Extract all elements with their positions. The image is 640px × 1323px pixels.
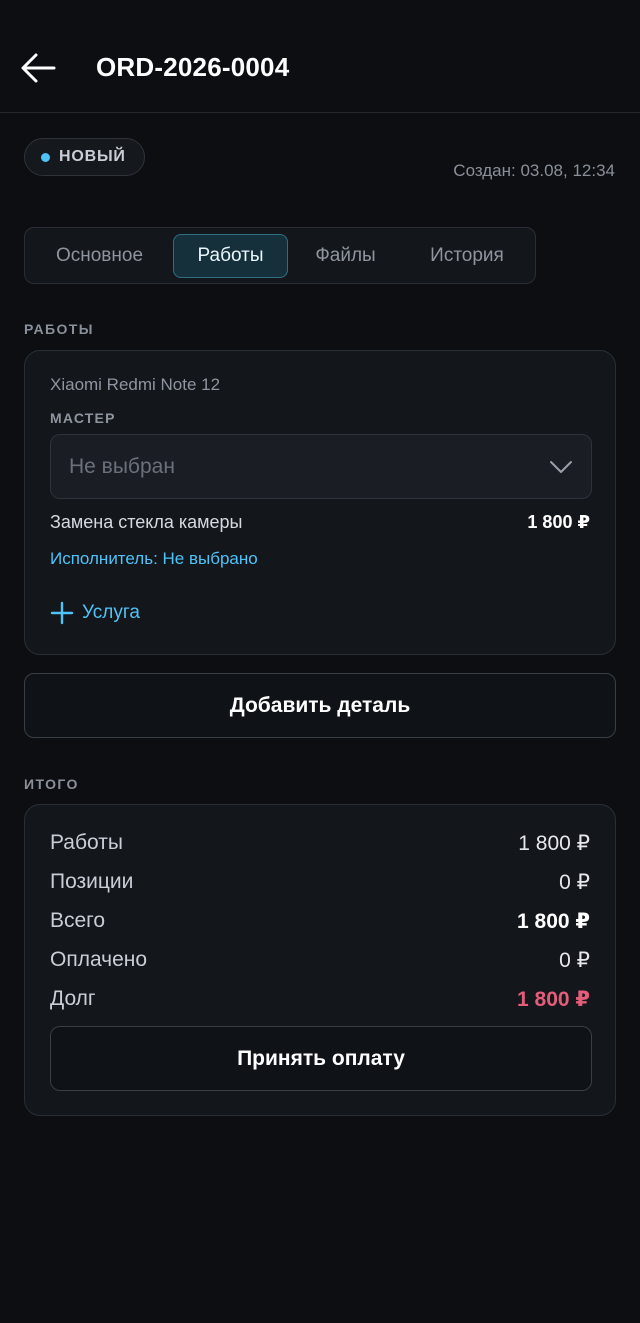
status-label: НОВЫЙ <box>59 148 126 165</box>
tab-files[interactable]: Файлы <box>293 234 398 278</box>
master-select[interactable]: Не выбран <box>50 434 592 499</box>
totals-row-total: Всего 1 800 ₽ <box>50 909 590 939</box>
totals-row-debt: Долг 1 800 ₽ <box>50 987 590 1017</box>
add-service-label: Услуга <box>82 602 140 623</box>
service-price: 1 800 ₽ <box>527 512 590 532</box>
works-card: Xiaomi Redmi Note 12 МАСТЕР Не выбран За… <box>24 350 616 655</box>
tab-main[interactable]: Основное <box>31 234 168 278</box>
totals-value: 1 800 ₽ <box>518 832 590 855</box>
tab-history[interactable]: История <box>403 234 531 278</box>
totals-label: Работы <box>50 831 123 854</box>
service-name: Замена стекла камеры <box>50 512 243 532</box>
master-label: МАСТЕР <box>50 410 116 426</box>
master-select-value: Не выбран <box>69 455 175 478</box>
totals-row-positions: Позиции 0 ₽ <box>50 870 590 900</box>
totals-value: 1 800 ₽ <box>517 910 590 933</box>
totals-row-paid: Оплачено 0 ₽ <box>50 948 590 978</box>
accept-payment-button[interactable]: Принять оплату <box>50 1026 592 1091</box>
arrow-left-icon <box>21 53 56 83</box>
tab-works[interactable]: Работы <box>173 234 288 278</box>
add-service-button[interactable]: Услуга <box>50 601 140 625</box>
debt-value: 1 800 ₽ <box>517 988 590 1011</box>
status-dot-icon <box>41 152 50 162</box>
back-button[interactable] <box>18 48 58 88</box>
totals-value: 0 ₽ <box>559 871 590 894</box>
performer-link[interactable]: Исполнитель: Не выбрано <box>50 549 258 569</box>
totals-label: Долг <box>50 987 96 1010</box>
works-section-label: РАБОТЫ <box>24 321 94 337</box>
top-bar: ORD-2026-0004 <box>0 0 640 113</box>
status-badge: НОВЫЙ <box>24 138 145 176</box>
tab-bar: Основное Работы Файлы История <box>24 227 536 284</box>
plus-icon <box>50 601 74 625</box>
totals-label: Всего <box>50 909 106 932</box>
totals-label: Позиции <box>50 870 134 893</box>
device-name: Xiaomi Redmi Note 12 <box>50 375 221 394</box>
created-timestamp: Создан: 03.08, 12:34 <box>453 161 615 180</box>
page-title: ORD-2026-0004 <box>96 52 290 82</box>
totals-card: Работы 1 800 ₽ Позиции 0 ₽ Всего 1 800 ₽… <box>24 804 616 1116</box>
totals-section-label: ИТОГО <box>24 776 79 792</box>
add-part-button[interactable]: Добавить деталь <box>24 673 616 738</box>
totals-label: Оплачено <box>50 948 148 971</box>
chevron-down-icon <box>550 461 572 473</box>
totals-row-works: Работы 1 800 ₽ <box>50 831 590 861</box>
totals-value: 0 ₽ <box>559 949 590 972</box>
